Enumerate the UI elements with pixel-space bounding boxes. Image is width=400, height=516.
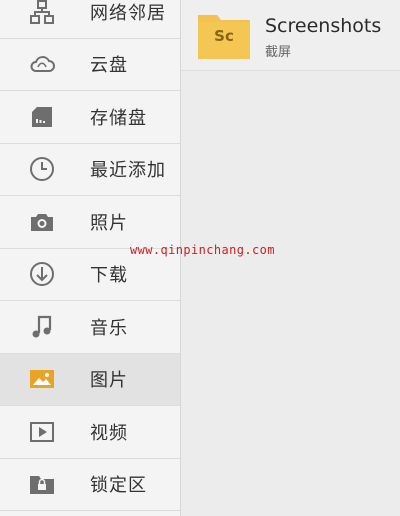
sidebar-item-label: 存储盘 [90, 107, 147, 129]
sidebar-nav: 网络邻居 云盘 存储盘 最近添加 照片 下载 音乐 图片 视频 锁定区 [0, 0, 181, 516]
lock-folder-icon [28, 470, 56, 498]
sidebar-item-label: 网络邻居 [90, 2, 166, 24]
sidebar-item-label: 照片 [90, 212, 128, 234]
sd-card-icon [28, 103, 56, 131]
sidebar-item-label: 云盘 [90, 55, 128, 77]
clock-icon [28, 155, 56, 183]
music-icon [28, 313, 56, 341]
sidebar-item-label: 最近添加 [90, 160, 166, 182]
sidebar-item-label: 锁定区 [90, 475, 147, 497]
network-icon [28, 0, 56, 26]
image-icon [28, 365, 56, 393]
folder-subtitle: 截屏 [265, 45, 292, 60]
sidebar-item-recent[interactable]: 最近添加 [0, 144, 180, 196]
folder-icon: Sc [198, 11, 250, 59]
sidebar-item-videos[interactable]: 视频 [0, 406, 180, 459]
cloud-icon [28, 50, 56, 78]
sidebar-item-network[interactable]: 网络邻居 [0, 0, 180, 39]
folder-icon-text: Sc [214, 27, 234, 45]
sidebar-item-photos[interactable]: 照片 [0, 196, 180, 249]
video-icon [28, 418, 56, 446]
sidebar-item-label: 视频 [90, 422, 128, 444]
sidebar-item-storage[interactable]: 存储盘 [0, 91, 180, 144]
camera-icon [28, 208, 56, 236]
folder-row-screenshots[interactable]: Sc Screenshots 截屏 [181, 0, 400, 71]
folder-name: Screenshots [265, 15, 382, 37]
download-icon [28, 260, 56, 288]
watermark-text: www.qinpinchang.com [130, 243, 275, 257]
sidebar-item-locked[interactable]: 锁定区 [0, 459, 180, 511]
sidebar-item-label: 下载 [90, 265, 128, 287]
sidebar-item-music[interactable]: 音乐 [0, 301, 180, 354]
sidebar-item-images[interactable]: 图片 [0, 353, 180, 406]
sidebar-item-label: 图片 [90, 370, 128, 392]
sidebar-item-label: 音乐 [90, 317, 128, 339]
sidebar-item-cloud[interactable]: 云盘 [0, 39, 180, 91]
